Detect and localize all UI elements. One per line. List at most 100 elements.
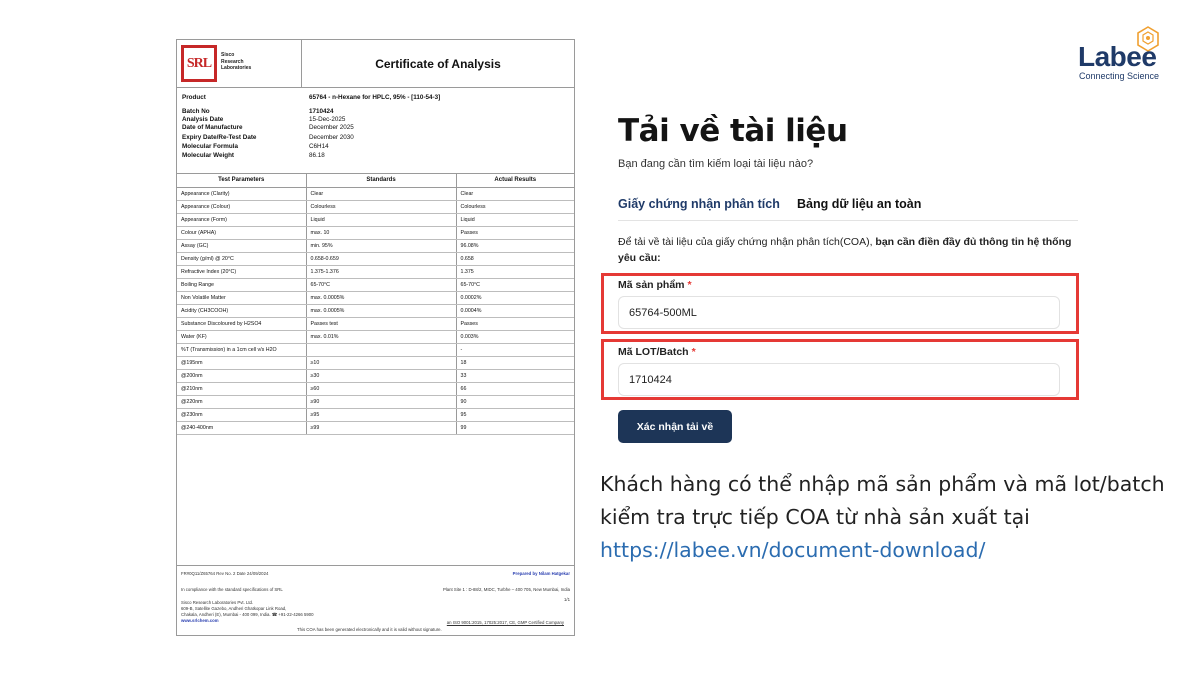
info-value: 86.18 (309, 152, 325, 159)
labee-tagline: Connecting Science (1079, 71, 1160, 81)
table-header: Test Parameters (177, 174, 306, 188)
required-mark: * (691, 346, 696, 358)
form-number: FR#0Q11/Z65764 Rev No. 2 Date 24/09/2024 (181, 571, 269, 576)
table-cell: - (455, 343, 574, 357)
info-value: December 2030 (309, 134, 354, 141)
instruction-text: Để tải về tài liệu của giấy chứng nhận p… (618, 236, 1072, 264)
product-code-input[interactable]: 65764-500ML (618, 296, 1060, 329)
info-label: Product (182, 94, 206, 101)
table-row: @210nm ≥60 66 (177, 382, 574, 396)
table-cell: Liquid (305, 213, 456, 227)
confirm-download-button[interactable]: Xác nhận tải về (618, 410, 732, 443)
table-cell: @240-400nm (177, 421, 306, 435)
table-cell: 65-70°C (305, 278, 456, 292)
table-cell: 65-70°C (455, 278, 574, 292)
table-row: Appearance (Clarity) Clear Clear (177, 187, 574, 201)
table-cell: max. 10 (305, 226, 456, 240)
table-cell: Passes (455, 317, 574, 331)
compliance-note: In compliance with the standard specific… (181, 587, 283, 592)
table-cell: Acidity (CH3COOH) (177, 304, 306, 318)
info-value: 15-Dec-2025 (309, 116, 346, 123)
table-cell: 0.658-0.659 (305, 252, 456, 266)
product-code-label: Mã sản phẩm * (618, 279, 692, 291)
table-cell: ≥90 (305, 395, 456, 409)
table-cell: 0.0004% (455, 304, 574, 318)
labee-wordmark: Labee (1078, 41, 1157, 72)
company-address: Sisco Research Laboratories Pvt. Ltd. (181, 600, 254, 605)
table-cell: 18 (455, 356, 574, 370)
table-cell: 1.375-1.376 (305, 265, 456, 279)
table-cell: @195nm (177, 356, 306, 370)
coa-test-table: Test Parameters Standards Actual Results… (177, 174, 574, 435)
download-link[interactable]: https://labee.vn/document-download/ (600, 538, 985, 562)
table-cell: Assay (GC) (177, 239, 306, 253)
table-cell: Water (KF) (177, 330, 306, 344)
required-mark: * (687, 279, 692, 291)
info-label: Batch No (182, 108, 210, 115)
coa-title: Certificate of Analysis (375, 57, 501, 71)
table-cell: Refractive Index (20°C) (177, 265, 306, 279)
table-header: Actual Results (455, 174, 574, 188)
info-label: Expiry Date/Re-Test Date (182, 134, 257, 141)
info-value: C6H14 (309, 143, 329, 150)
table-cell: max. 0.01% (305, 330, 456, 344)
table-cell: @230nm (177, 408, 306, 422)
table-cell: 99 (455, 421, 574, 435)
tab-certificate-of-analysis[interactable]: Giấy chứng nhận phân tích (618, 197, 780, 211)
table-cell: 96.08% (455, 239, 574, 253)
table-row: Acidity (CH3COOH) max. 0.0005% 0.0004% (177, 304, 574, 318)
info-label: Molecular Formula (182, 143, 238, 150)
info-label: Analysis Date (182, 116, 224, 123)
srl-logo: SRL (181, 45, 217, 82)
table-row: @200nm ≥30 33 (177, 369, 574, 383)
page-number: 1/1 (564, 597, 570, 602)
coa-document: SRL Sisco Research Laboratories Certific… (176, 39, 575, 636)
page-title: Tải về tài liệu (618, 113, 848, 149)
caption-text: Khách hàng có thể nhập mã sản phẩm và mã… (600, 472, 1165, 562)
company-address: 609-B, Satellite Gazebo, Andheri Ghatkop… (181, 606, 287, 611)
table-cell: max. 0.0005% (305, 304, 456, 318)
table-cell: 95 (455, 408, 574, 422)
table-cell: Density (g/ml) @ 20°C (177, 252, 306, 266)
table-cell: 0.0002% (455, 291, 574, 305)
table-cell: Substance Discoloured by H2SO4 (177, 317, 306, 331)
table-cell: 90 (455, 395, 574, 409)
coa-header: SRL Sisco Research Laboratories Certific… (177, 40, 574, 88)
table-row: %T (Transmission) in a 1cm cell v/s H2O - (177, 343, 574, 357)
table-row: Appearance (Colour) Colourless Colourless (177, 200, 574, 214)
table-cell: Passes test (305, 317, 456, 331)
company-website: www.srlchem.com (181, 618, 219, 623)
table-row: @230nm ≥95 95 (177, 408, 574, 422)
table-cell: Non Volatile Matter (177, 291, 306, 305)
table-cell: 0.003% (455, 330, 574, 344)
table-cell: 33 (455, 369, 574, 383)
table-cell: ≥10 (305, 356, 456, 370)
table-cell: ≥30 (305, 369, 456, 383)
table-row: Appearance (Form) Liquid Liquid (177, 213, 574, 227)
info-value: 1710424 (309, 108, 334, 115)
info-value: December 2025 (309, 124, 354, 131)
page-subtitle: Bạn đang cần tìm kiếm loại tài liệu nào? (618, 158, 814, 170)
labee-logo: Labee Connecting Science (1074, 24, 1169, 84)
table-cell: Appearance (Form) (177, 213, 306, 227)
table-cell: Colour (APHA) (177, 226, 306, 240)
info-label: Date of Manufacture (182, 124, 243, 131)
table-cell: Clear (455, 187, 574, 201)
table-cell: Liquid (455, 213, 574, 227)
plant-site: Plant Site 1 : D-88/2, MIDC, Turbhe – 40… (442, 587, 570, 592)
table-cell: %T (Transmission) in a 1cm cell v/s H2O (177, 343, 306, 357)
table-cell (305, 343, 456, 357)
tab-safety-data-sheet[interactable]: Bảng dữ liệu an toàn (797, 197, 921, 211)
table-cell: Boiling Range (177, 278, 306, 292)
lot-batch-label: Mã LOT/Batch * (618, 346, 696, 358)
table-cell: 1.375 (455, 265, 574, 279)
table-cell: Appearance (Clarity) (177, 187, 306, 201)
coa-product-info: Product 65764 - n-Hexane for HPLC, 95% - … (177, 88, 574, 174)
table-cell: Appearance (Colour) (177, 200, 306, 214)
table-row: @240-400nm ≥99 99 (177, 421, 574, 435)
table-row: Refractive Index (20°C) 1.375-1.376 1.375 (177, 265, 574, 279)
table-row: Substance Discoloured by H2SO4 Passes tes… (177, 317, 574, 331)
lot-batch-input[interactable]: 1710424 (618, 363, 1060, 396)
table-header: Standards (305, 174, 456, 188)
table-row: Non Volatile Matter max. 0.0005% 0.0002% (177, 291, 574, 305)
